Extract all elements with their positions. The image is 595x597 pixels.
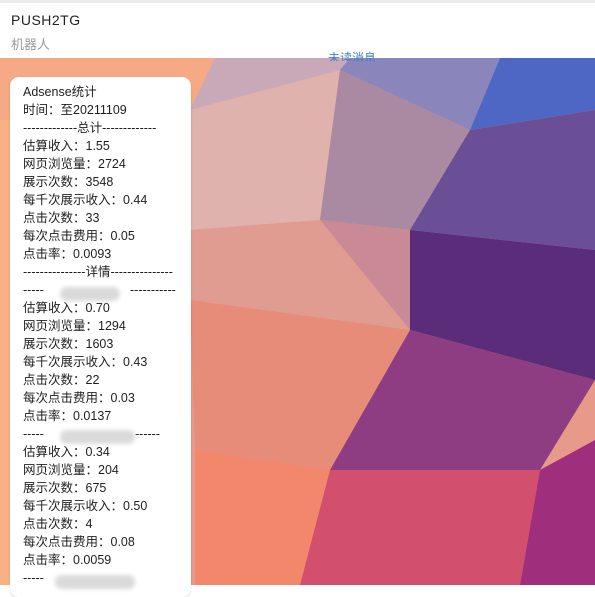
message-line: 点击率：0.0093 <box>23 247 112 261</box>
message-line: 展示次数：3548 <box>23 175 114 189</box>
message-line: 每千次展示收入：0.43 <box>23 355 148 369</box>
message-line: 每千次展示收入：0.50 <box>23 499 148 513</box>
message-line: 点击次数：22 <box>23 373 100 387</box>
message-line: 点击率：0.0059 <box>23 553 112 567</box>
message-line: 展示次数：1603 <box>23 337 114 351</box>
redacted-site-name <box>60 430 135 444</box>
message-line: 每千次展示收入：0.44 <box>23 193 148 207</box>
message-line: 展示次数：675 <box>23 481 107 495</box>
message-line: 网页浏览量：2724 <box>23 157 126 171</box>
message-line: 时间：至20211109 <box>23 103 127 117</box>
unread-messages-divider[interactable]: 未读消息 <box>328 49 376 61</box>
message-line: 点击次数：4 <box>23 517 93 531</box>
message-line: 估算收入：1.55 <box>23 139 110 153</box>
chat-header: PUSH2TG 机器人 未读消息 <box>0 0 595 61</box>
redacted-site-name <box>55 575 135 589</box>
message-line: ----- <box>23 427 44 441</box>
message-line: Adsense统计 <box>23 85 97 99</box>
message-line: 点击率：0.0137 <box>23 409 112 423</box>
message-line: ---------------详情--------------- <box>23 265 173 279</box>
message-line: 估算收入：0.70 <box>23 301 110 315</box>
chat-title[interactable]: PUSH2TG <box>11 12 81 28</box>
message-line: ----- <box>23 283 44 297</box>
message-line: 每次点击费用：0.08 <box>23 535 135 549</box>
message-line: 每次点击费用：0.05 <box>23 229 135 243</box>
message-line: 估算收入：0.34 <box>23 445 110 459</box>
message-bubble[interactable]: Adsense统计时间：至20211109 -------------总计----… <box>10 77 191 597</box>
message-line: ----- <box>23 571 44 585</box>
redacted-site-name <box>60 287 120 301</box>
chat-subtitle: 机器人 <box>11 37 51 52</box>
message-line: 点击次数：33 <box>23 211 100 225</box>
message-line-tail: ------ <box>135 427 160 441</box>
message-line: -------------总计------------- <box>23 121 157 135</box>
message-line: 每次点击费用：0.03 <box>23 391 135 405</box>
message-line-tail: ----------- <box>130 283 176 297</box>
message-line: 网页浏览量：1294 <box>23 319 126 333</box>
message-line: 网页浏览量：204 <box>23 463 119 477</box>
